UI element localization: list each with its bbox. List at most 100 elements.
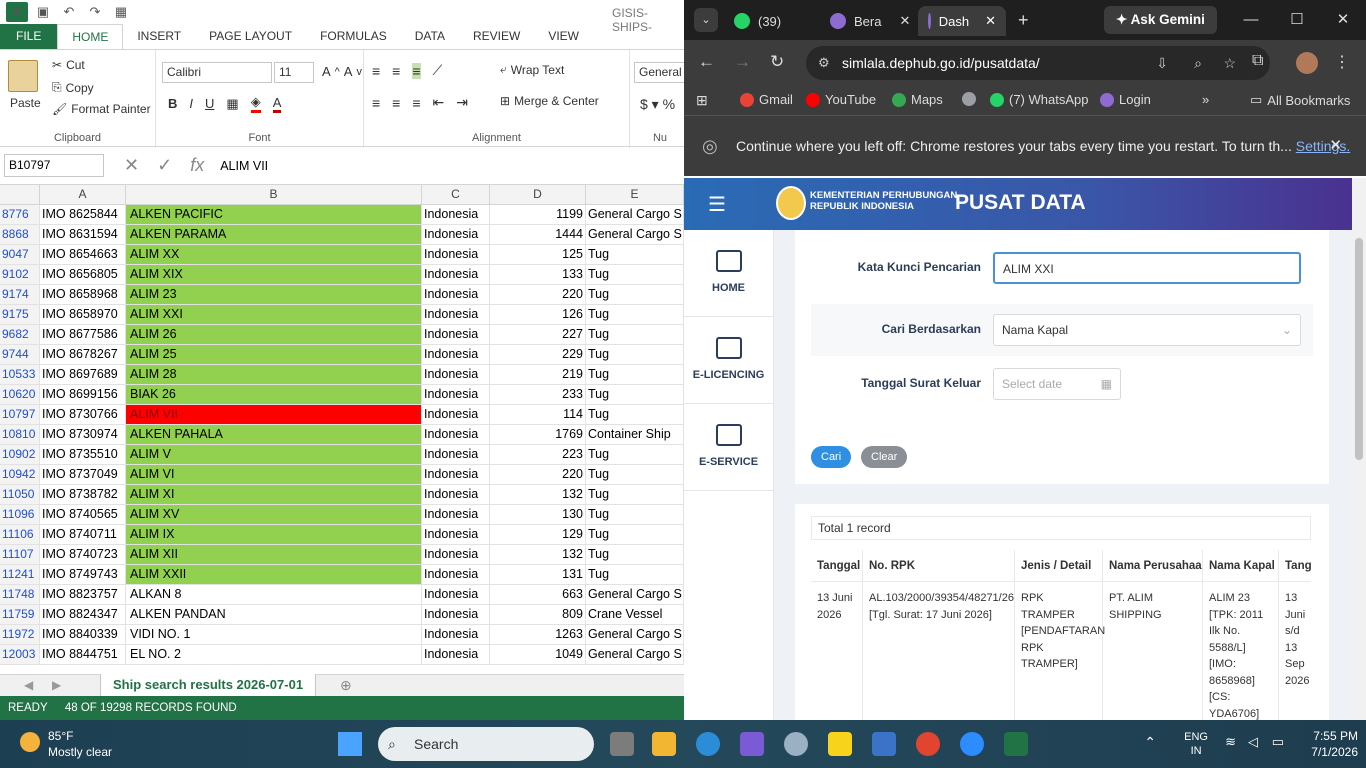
- cell-flag[interactable]: Indonesia: [422, 365, 490, 384]
- sheet-next-icon[interactable]: ▶: [52, 678, 61, 692]
- paste-icon[interactable]: [8, 60, 38, 92]
- keyword-input[interactable]: ALIM XXI: [993, 252, 1301, 284]
- clear-button[interactable]: Clear: [861, 446, 908, 468]
- battery-icon[interactable]: ▭: [1272, 734, 1284, 750]
- cell-gt[interactable]: 133: [490, 265, 586, 284]
- extensions-icon[interactable]: ⧉: [1252, 52, 1263, 70]
- apps-grid-icon[interactable]: ⊞: [696, 92, 708, 109]
- cell-type[interactable]: Container Ship: [586, 425, 684, 444]
- cell-ship-name[interactable]: ALKEN PACIFIC: [126, 205, 422, 224]
- formula-input[interactable]: ALIM VII: [220, 159, 268, 173]
- cell-imo[interactable]: IMO 8730766: [40, 405, 126, 424]
- install-icon[interactable]: ⇩: [1156, 46, 1168, 80]
- more-bookmarks-icon[interactable]: »: [1202, 92, 1209, 107]
- undo-icon[interactable]: ↶: [58, 2, 80, 22]
- row-number[interactable]: 11050: [0, 485, 40, 504]
- cell-imo[interactable]: IMO 8740711: [40, 525, 126, 544]
- cut-button[interactable]: ✂ Cut: [52, 58, 85, 72]
- date-input[interactable]: Select date ▦: [993, 368, 1121, 400]
- wifi-icon[interactable]: ≋: [1225, 734, 1236, 750]
- header-perusahaan[interactable]: Nama Perusahaan: [1103, 550, 1203, 581]
- edge-icon[interactable]: [696, 732, 720, 756]
- cell-gt[interactable]: 229: [490, 345, 586, 364]
- zoom-app-icon[interactable]: [960, 732, 984, 756]
- cell-flag[interactable]: Indonesia: [422, 425, 490, 444]
- tab-formulas[interactable]: FORMULAS: [306, 24, 401, 49]
- cell-flag[interactable]: Indonesia: [422, 445, 490, 464]
- bookmark-item[interactable]: Gmail: [740, 92, 793, 107]
- cell-ship-name[interactable]: ALKEN PANDAN: [126, 605, 422, 624]
- header-tangga[interactable]: Tangga: [1279, 550, 1311, 581]
- row-number[interactable]: 9102: [0, 265, 40, 284]
- cell-ship-name[interactable]: ALIM 25: [126, 345, 422, 364]
- cell-type[interactable]: General Cargo S: [586, 625, 684, 644]
- cell-type[interactable]: Tug: [586, 445, 684, 464]
- cell-gt[interactable]: 1263: [490, 625, 586, 644]
- cell-type[interactable]: Tug: [586, 545, 684, 564]
- cell-ship-name[interactable]: ALIM XIX: [126, 265, 422, 284]
- cell-ship-name[interactable]: EL NO. 2: [126, 645, 422, 664]
- minimize-icon[interactable]: —: [1228, 0, 1274, 40]
- row-number[interactable]: 9744: [0, 345, 40, 364]
- italic-icon[interactable]: I: [189, 96, 193, 111]
- row-number[interactable]: 9174: [0, 285, 40, 304]
- cell-ship-name[interactable]: ALKEN PARAMA: [126, 225, 422, 244]
- cell-ship-name[interactable]: ALIM XI: [126, 485, 422, 504]
- cell-imo[interactable]: IMO 8658968: [40, 285, 126, 304]
- cell-flag[interactable]: Indonesia: [422, 285, 490, 304]
- cell-ship-name[interactable]: ALIM XXI: [126, 305, 422, 324]
- cell-flag[interactable]: Indonesia: [422, 305, 490, 324]
- align-middle-icon[interactable]: ≡: [392, 63, 400, 79]
- site-info-icon[interactable]: ⚙: [818, 46, 830, 80]
- font-grow-icon[interactable]: A ^ Av: [322, 64, 362, 79]
- underline-icon[interactable]: U: [205, 96, 214, 111]
- row-number[interactable]: 8776: [0, 205, 40, 224]
- row-number[interactable]: 11972: [0, 625, 40, 644]
- hamburger-icon[interactable]: ☰: [708, 192, 726, 217]
- menu-icon[interactable]: ⋮: [1334, 52, 1350, 72]
- cell-ship-name[interactable]: ALIM 28: [126, 365, 422, 384]
- borders-icon[interactable]: ▦: [226, 96, 238, 112]
- row-number[interactable]: 11748: [0, 585, 40, 604]
- cell-flag[interactable]: Indonesia: [422, 325, 490, 344]
- column-header-e[interactable]: E: [586, 185, 684, 204]
- column-header-c[interactable]: C: [422, 185, 490, 204]
- chrome-tab-dash[interactable]: Dash ✕: [918, 6, 1006, 36]
- fill-color-icon[interactable]: ◈: [250, 94, 261, 113]
- cell-flag[interactable]: Indonesia: [422, 465, 490, 484]
- indent-decrease-icon[interactable]: ⇤: [433, 94, 445, 111]
- cell-imo[interactable]: IMO 8656805: [40, 265, 126, 284]
- copy-button[interactable]: ⎘ Copy: [52, 80, 94, 95]
- cell-gt[interactable]: 223: [490, 445, 586, 464]
- chrome-tab-whatsapp[interactable]: (39): [724, 6, 791, 36]
- column-header-b[interactable]: B: [126, 185, 422, 204]
- cell-imo[interactable]: IMO 8840339: [40, 625, 126, 644]
- font-name-select[interactable]: Calibri: [162, 62, 272, 83]
- cell-type[interactable]: Tug: [586, 505, 684, 524]
- cell-ship-name[interactable]: ALIM XII: [126, 545, 422, 564]
- cancel-icon[interactable]: ✕: [124, 155, 139, 176]
- header-tanggal[interactable]: Tanggal: [811, 550, 863, 581]
- cell-flag[interactable]: Indonesia: [422, 545, 490, 564]
- font-color-icon[interactable]: A: [272, 95, 282, 113]
- cell-flag[interactable]: Indonesia: [422, 385, 490, 404]
- store-icon[interactable]: [872, 732, 896, 756]
- cell-imo[interactable]: IMO 8631594: [40, 225, 126, 244]
- settings-link[interactable]: Settings.: [1296, 138, 1350, 154]
- bookmark-star-icon[interactable]: ☆: [1223, 46, 1236, 80]
- nav-e-licencing[interactable]: E-LICENCING: [684, 317, 773, 404]
- sheet-tab-active[interactable]: Ship search results 2026-07-01: [100, 674, 317, 697]
- bookmark-item[interactable]: YouTube: [806, 92, 876, 107]
- search-button[interactable]: Cari: [811, 446, 852, 468]
- cell-type[interactable]: Tug: [586, 345, 684, 364]
- cell-gt[interactable]: 220: [490, 285, 586, 304]
- row-number[interactable]: 9047: [0, 245, 40, 264]
- header-jenis[interactable]: Jenis / Detail: [1015, 550, 1103, 581]
- cell-flag[interactable]: Indonesia: [422, 405, 490, 424]
- cell-imo[interactable]: IMO 8749743: [40, 565, 126, 584]
- new-tab-icon[interactable]: +: [1018, 10, 1029, 31]
- indent-increase-icon[interactable]: ⇥: [456, 94, 468, 111]
- cell-gt[interactable]: 126: [490, 305, 586, 324]
- header-kapal[interactable]: Nama Kapal: [1203, 550, 1279, 581]
- cell-flag[interactable]: Indonesia: [422, 225, 490, 244]
